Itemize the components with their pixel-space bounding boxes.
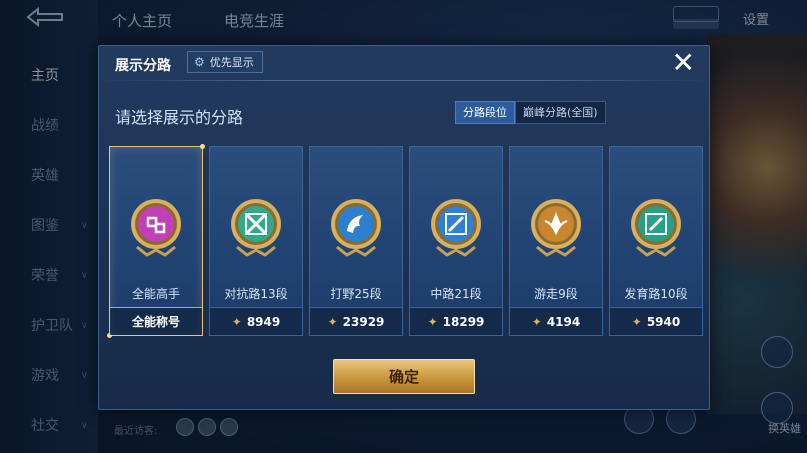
- points-icon: ✦: [427, 314, 438, 329]
- lane-value-bar: ✦ 4194: [510, 307, 602, 335]
- dialog-prompt: 请选择展示的分路: [115, 108, 244, 127]
- confirm-button[interactable]: 确定: [333, 359, 475, 394]
- lane-value: 4194: [546, 314, 581, 329]
- lane-value: 8949: [246, 314, 281, 329]
- lane-label: 对抗路13段: [224, 287, 288, 301]
- lane-value-bar: ✦ 18299: [410, 307, 502, 335]
- corner-dot: [200, 144, 205, 149]
- lane-value: 23929: [342, 314, 385, 329]
- lane-label: 中路21段: [430, 287, 482, 301]
- rank-emblem-icon: [131, 199, 181, 257]
- lane-value: 全能称号: [131, 315, 180, 329]
- rank-emblem-icon: [331, 199, 381, 257]
- priority-display-label: 优先显示: [209, 56, 254, 69]
- lane-value-bar: ✦ 8949: [210, 307, 302, 335]
- toggle-lane-rank[interactable]: 分路段位: [455, 101, 515, 124]
- lane-value-bar: 全能称号: [110, 307, 202, 335]
- points-icon: ✦: [531, 314, 542, 329]
- lane-card[interactable]: 对抗路13段 ✦ 8949: [209, 146, 303, 336]
- rank-emblem-icon: [431, 199, 481, 257]
- lane-card-list: 全能高手 全能称号 对抗路13段 ✦ 8949 打野25段 ✦ 23929 中路21段 ✦ 1829…: [107, 144, 703, 338]
- lane-value: 5940: [646, 314, 681, 329]
- points-icon: ✦: [327, 314, 338, 329]
- rank-emblem-icon: [631, 199, 681, 257]
- lane-card[interactable]: 打野25段 ✦ 23929: [309, 146, 403, 336]
- priority-display-button[interactable]: ⚙ 优先显示: [187, 51, 263, 73]
- points-icon: ✦: [631, 314, 642, 329]
- lane-card[interactable]: 发育路10段 ✦ 5940: [609, 146, 703, 336]
- lane-card[interactable]: 中路21段 ✦ 18299: [409, 146, 503, 336]
- lane-value-bar: ✦ 23929: [310, 307, 402, 335]
- lane-label: 游走9段: [534, 287, 578, 301]
- points-icon: ✦: [231, 314, 242, 329]
- lane-display-dialog: 展示分路 ⚙ 优先显示 ✕ 请选择展示的分路 分路段位 巅峰分路(全国) 全能高…: [98, 45, 710, 410]
- lane-label: 打野25段: [330, 287, 382, 301]
- lane-card[interactable]: 游走9段 ✦ 4194: [509, 146, 603, 336]
- toggle-peak-lane[interactable]: 巅峰分路(全国): [515, 101, 606, 124]
- lane-card[interactable]: 全能高手 全能称号: [107, 144, 205, 338]
- rank-emblem-icon: [531, 199, 581, 257]
- dialog-title: 展示分路: [115, 58, 171, 74]
- lane-label: 全能高手: [131, 287, 180, 301]
- lane-label: 发育路10段: [624, 287, 688, 301]
- lane-value-bar: ✦ 5940: [610, 307, 702, 335]
- gear-icon: ⚙: [194, 55, 205, 69]
- rank-emblem-icon: [231, 199, 281, 257]
- lane-value: 18299: [442, 314, 485, 329]
- title-divider: [99, 80, 709, 81]
- lane-mode-toggle: 分路段位 巅峰分路(全国): [455, 101, 606, 124]
- close-icon[interactable]: ✕: [672, 48, 695, 78]
